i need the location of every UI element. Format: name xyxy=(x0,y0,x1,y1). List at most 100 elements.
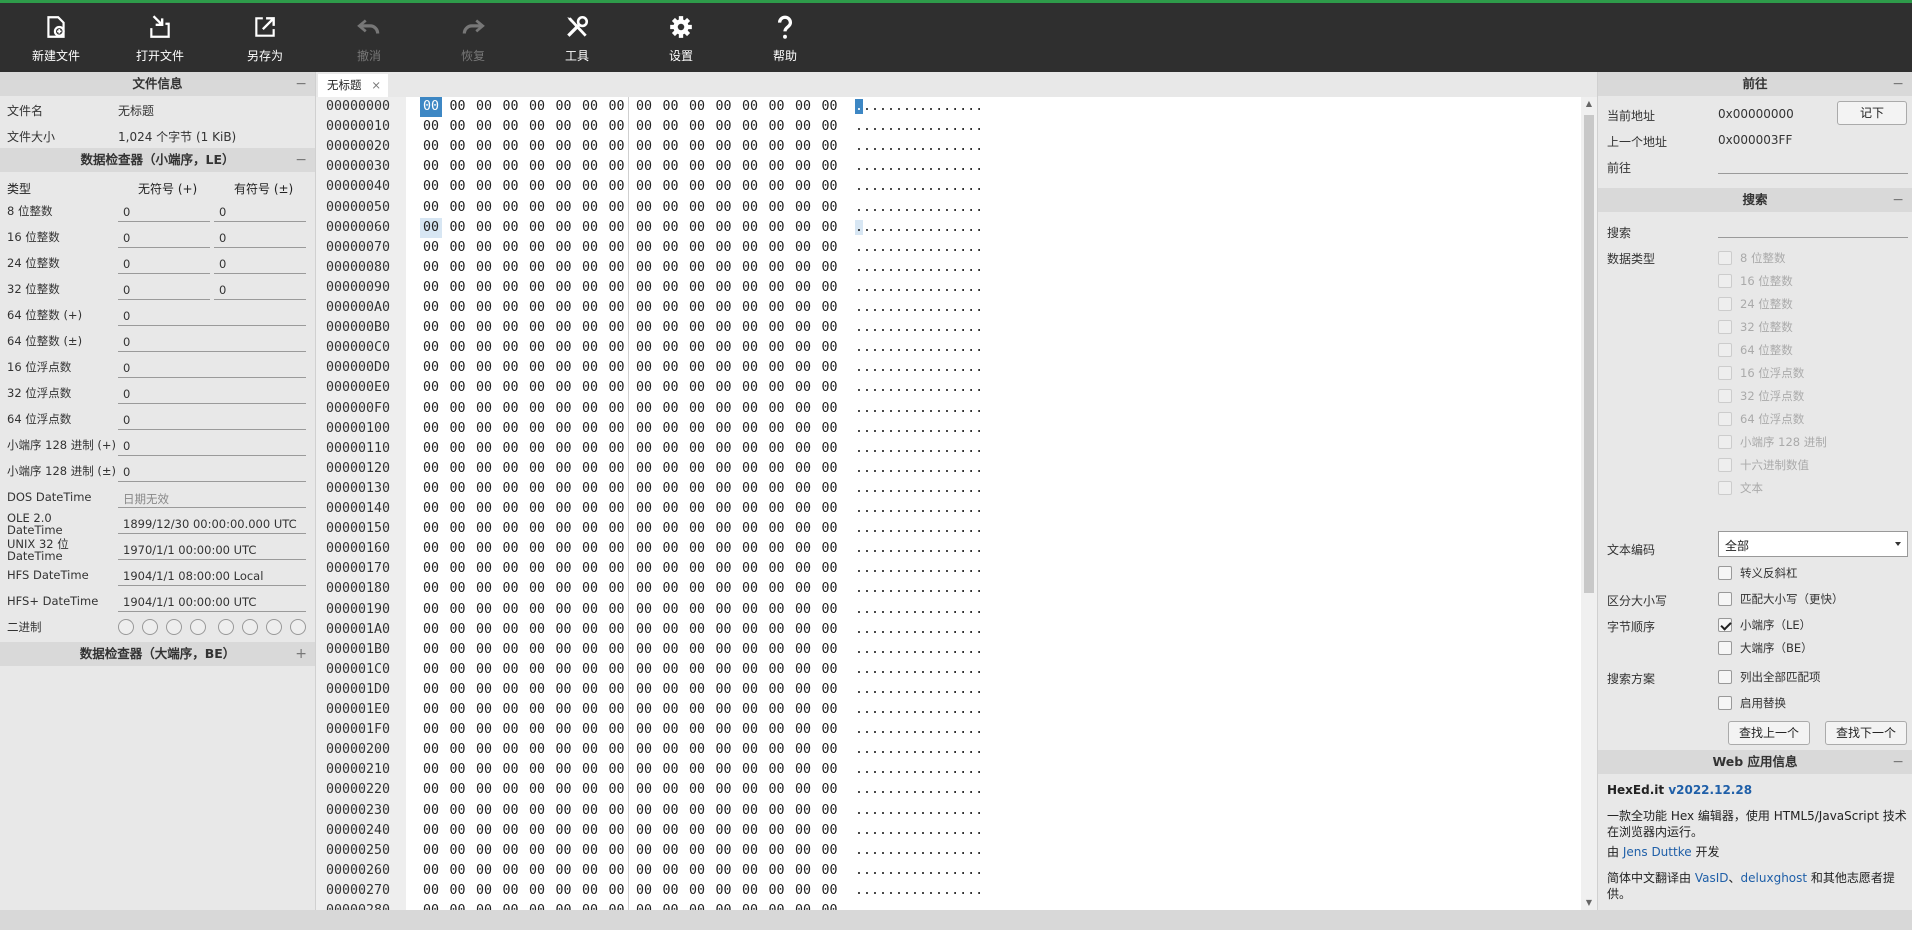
hex-byte[interactable]: 00 xyxy=(686,198,708,218)
checkbox-box[interactable] xyxy=(1718,458,1732,472)
hex-byte[interactable]: 00 xyxy=(606,881,628,901)
hex-byte[interactable]: 00 xyxy=(660,278,682,298)
hex-byte[interactable]: 00 xyxy=(819,720,841,740)
hex-byte[interactable]: 00 xyxy=(739,700,761,720)
hex-byte[interactable]: 00 xyxy=(819,519,841,539)
hex-byte[interactable]: 00 xyxy=(819,378,841,398)
hex-byte[interactable]: 00 xyxy=(766,338,788,358)
hex-byte[interactable]: 00 xyxy=(420,780,442,800)
hex-byte[interactable]: 00 xyxy=(660,318,682,338)
ascii-text[interactable]: ................ xyxy=(855,238,983,258)
redo-button[interactable]: 恢复 xyxy=(421,3,525,72)
hex-byte[interactable]: 00 xyxy=(713,499,735,519)
hex-byte[interactable]: 00 xyxy=(579,660,601,680)
ascii-text[interactable]: ................ xyxy=(855,720,983,740)
hex-byte[interactable]: 00 xyxy=(500,901,522,910)
checkbox-box[interactable] xyxy=(1718,274,1732,288)
hex-byte[interactable]: 00 xyxy=(713,801,735,821)
hex-byte[interactable]: 00 xyxy=(713,137,735,157)
hex-byte[interactable]: 00 xyxy=(713,419,735,439)
hex-byte[interactable]: 00 xyxy=(606,157,628,177)
hex-byte[interactable]: 00 xyxy=(792,439,814,459)
hex-byte[interactable]: 00 xyxy=(686,780,708,800)
hex-byte[interactable]: 00 xyxy=(606,539,628,559)
hex-byte[interactable]: 00 xyxy=(526,861,548,881)
checkbox-box[interactable] xyxy=(1718,670,1732,684)
hex-byte[interactable]: 00 xyxy=(447,318,469,338)
hex-byte[interactable]: 00 xyxy=(660,298,682,318)
hex-byte[interactable]: 00 xyxy=(792,841,814,861)
hex-byte[interactable]: 00 xyxy=(633,258,655,278)
hex-byte[interactable]: 00 xyxy=(686,338,708,358)
hex-byte[interactable]: 00 xyxy=(579,861,601,881)
hex-byte[interactable]: 00 xyxy=(553,117,575,137)
hex-byte[interactable]: 00 xyxy=(553,861,575,881)
hex-byte[interactable]: 00 xyxy=(553,198,575,218)
hex-byte[interactable]: 00 xyxy=(792,117,814,137)
app-version-link[interactable]: v2022.12.28 xyxy=(1668,783,1752,797)
hex-byte[interactable]: 00 xyxy=(420,740,442,760)
hex-byte[interactable]: 00 xyxy=(766,600,788,620)
hex-byte[interactable]: 00 xyxy=(660,198,682,218)
hex-byte[interactable]: 00 xyxy=(420,821,442,841)
hex-byte[interactable]: 00 xyxy=(553,780,575,800)
inspector-value-field[interactable]: 1904/1/1 08:00:00 Local xyxy=(118,565,306,586)
hex-byte[interactable]: 00 xyxy=(686,600,708,620)
inspector-value-field[interactable]: 1970/1/1 00:00:00 UTC xyxy=(118,539,306,560)
ascii-text[interactable]: ................ xyxy=(855,901,983,910)
hex-byte[interactable]: 00 xyxy=(819,97,841,117)
tab-untitled[interactable]: 无标题 × xyxy=(318,74,388,97)
hex-byte[interactable]: 00 xyxy=(420,720,442,740)
hex-byte[interactable]: 00 xyxy=(579,399,601,419)
hex-byte[interactable]: 00 xyxy=(579,519,601,539)
hex-byte[interactable]: 00 xyxy=(579,198,601,218)
ascii-text[interactable]: ................ xyxy=(855,198,983,218)
hex-byte[interactable]: 00 xyxy=(447,198,469,218)
hex-byte[interactable]: 00 xyxy=(792,600,814,620)
hex-byte[interactable]: 00 xyxy=(633,238,655,258)
hex-byte[interactable]: 00 xyxy=(766,700,788,720)
hex-byte[interactable]: 00 xyxy=(766,177,788,197)
ascii-text[interactable]: ................ xyxy=(855,117,983,137)
signed-value-field[interactable]: 0 xyxy=(214,279,306,300)
hex-byte[interactable]: 00 xyxy=(766,198,788,218)
bit-radio[interactable] xyxy=(218,619,234,635)
hex-byte[interactable]: 00 xyxy=(686,841,708,861)
hex-byte[interactable]: 00 xyxy=(739,338,761,358)
hex-byte[interactable]: 00 xyxy=(606,780,628,800)
hex-byte[interactable]: 00 xyxy=(473,258,495,278)
hex-byte[interactable]: 00 xyxy=(579,600,601,620)
hex-byte[interactable]: 00 xyxy=(526,439,548,459)
hex-byte[interactable]: 00 xyxy=(660,801,682,821)
settings-button[interactable]: 设置 xyxy=(629,3,733,72)
collapse-icon[interactable]: − xyxy=(295,72,307,96)
hex-byte[interactable]: 00 xyxy=(447,157,469,177)
hex-byte[interactable]: 00 xyxy=(473,640,495,660)
hex-byte[interactable]: 00 xyxy=(473,881,495,901)
hex-byte[interactable]: 00 xyxy=(660,439,682,459)
hex-byte[interactable]: 00 xyxy=(713,841,735,861)
hex-byte[interactable]: 00 xyxy=(792,760,814,780)
hex-byte[interactable]: 00 xyxy=(420,298,442,318)
hex-byte[interactable]: 00 xyxy=(660,901,682,910)
hex-byte[interactable]: 00 xyxy=(447,720,469,740)
hex-byte[interactable]: 00 xyxy=(739,137,761,157)
hex-byte[interactable]: 00 xyxy=(500,399,522,419)
hex-byte[interactable]: 00 xyxy=(633,278,655,298)
ascii-text[interactable]: ................ xyxy=(855,338,983,358)
hex-byte[interactable]: 00 xyxy=(766,881,788,901)
hex-byte[interactable]: 00 xyxy=(766,399,788,419)
hex-byte[interactable]: 00 xyxy=(606,419,628,439)
checkbox-box[interactable] xyxy=(1718,435,1732,449)
hex-byte[interactable]: 00 xyxy=(633,559,655,579)
hex-byte[interactable]: 00 xyxy=(447,821,469,841)
inspector-value-field[interactable]: 0 xyxy=(118,331,306,352)
hex-byte[interactable]: 00 xyxy=(553,378,575,398)
hex-byte[interactable]: 00 xyxy=(792,157,814,177)
hex-byte[interactable]: 00 xyxy=(819,640,841,660)
hex-byte[interactable]: 00 xyxy=(526,579,548,599)
hex-byte[interactable]: 00 xyxy=(686,660,708,680)
hex-byte[interactable]: 00 xyxy=(739,821,761,841)
hex-byte[interactable]: 00 xyxy=(447,177,469,197)
hex-byte[interactable]: 00 xyxy=(739,157,761,177)
